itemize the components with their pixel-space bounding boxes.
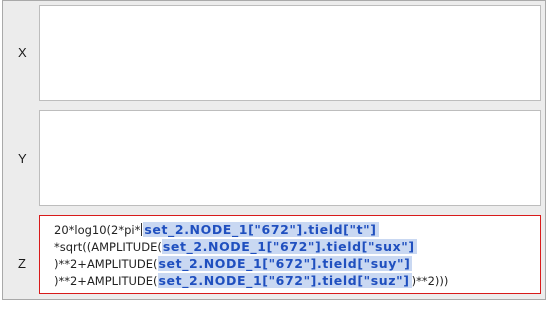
variable-token[interactable]: set_2.NODE_1["672"].tield["sux"] (161, 239, 417, 254)
expression-text-segment: )**2+AMPLITUDE( (54, 274, 158, 288)
text-caret (141, 223, 143, 236)
variable-token[interactable]: set_2.NODE_1["672"].tield["t"] (143, 222, 379, 237)
y-expression-field[interactable] (39, 110, 541, 206)
z-expression-text: 20*log10(2*pi* set_2.NODE_1["672"].tield[… (54, 222, 540, 290)
expression-text-segment: *sqrt((AMPLITUDE( (54, 240, 162, 254)
variable-token[interactable]: set_2.NODE_1["672"].tield["suz"] (157, 273, 412, 288)
x-expression-field[interactable] (39, 5, 541, 101)
expression-line-3: )**2+AMPLITUDE(set_2.NODE_1["672"].tield… (54, 256, 540, 273)
expression-line-4: )**2+AMPLITUDE(set_2.NODE_1["672"].tield… (54, 273, 540, 290)
expression-text-segment: )**2))) (411, 274, 449, 288)
variable-token[interactable]: set_2.NODE_1["672"].tield["suy"] (157, 256, 413, 271)
y-label: Y (18, 151, 27, 166)
z-expression-field[interactable]: 20*log10(2*pi* set_2.NODE_1["672"].tield[… (39, 215, 541, 294)
expression-text-segment: )**2+AMPLITUDE( (54, 257, 158, 271)
expression-line-1: 20*log10(2*pi* set_2.NODE_1["672"].tield[… (54, 222, 540, 239)
expression-text-segment: 20*log10(2*pi* (54, 223, 141, 237)
x-label: X (18, 45, 27, 60)
xyz-expression-panel: X Y Z 20*log10(2*pi* set_2.NODE_1["672"].… (2, 0, 546, 300)
expression-line-2: *sqrt((AMPLITUDE(set_2.NODE_1["672"].tie… (54, 239, 540, 256)
z-label: Z (18, 256, 26, 271)
